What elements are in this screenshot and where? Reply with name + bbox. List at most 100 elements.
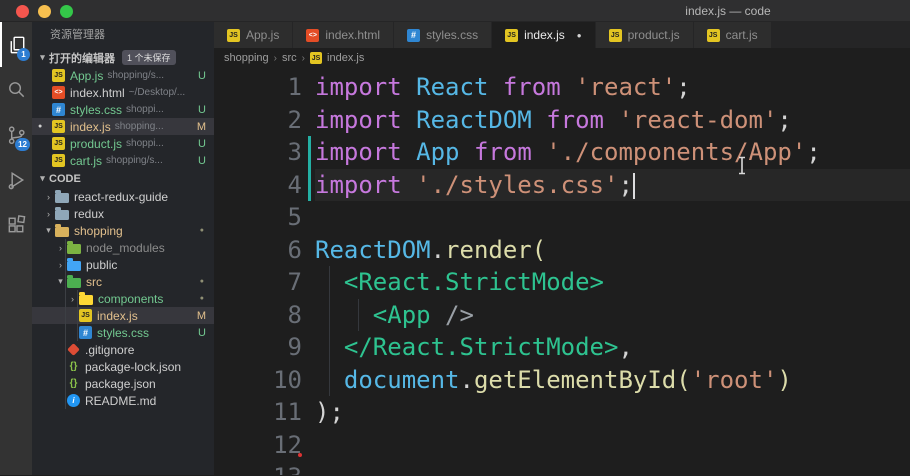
code-text: </React.StrictMode>, [343,333,633,361]
tree-item-react-redux-guide[interactable]: › react-redux-guide [32,188,214,205]
explorer-title: 资源管理器 [50,29,105,41]
open-editor-item[interactable]: # styles.css shoppi... U [32,101,214,118]
open-editor-item[interactable]: JS product.js shoppi... U [32,135,214,152]
code-line-6[interactable]: 6 ReactDOM.render( [214,234,910,267]
tree-item-index-js[interactable]: JS index.js M [32,307,214,324]
code-line-10[interactable]: 10 document.getElementById('root') [214,364,910,397]
tab-styles-css[interactable]: # styles.css [394,22,493,48]
tab-label: index.js [524,28,565,42]
tree-item-readme-md[interactable]: i README.md [32,392,214,409]
file-name: styles.css [97,325,150,340]
activity-search-button[interactable] [0,67,32,112]
code-line-12[interactable]: 12 [214,429,910,462]
tree-item-node-modules[interactable]: › node_modules [32,239,214,256]
explorer-badge: 1 [17,48,30,61]
line-number: 3 [287,138,302,166]
code-line-5[interactable]: 5 [214,201,910,234]
open-editor-item[interactable]: JS App.js shopping/s... U [32,67,214,84]
html-file-icon: <> [306,28,320,42]
tree-item-src[interactable]: ▾ src ● [32,273,214,290]
code-text: <React.StrictMode> [343,268,604,296]
tree-item--gitignore[interactable]: .gitignore [32,341,214,358]
tree-item-shopping[interactable]: ▾ shopping ● [32,222,214,239]
code-text: <App /> [372,300,474,329]
breadcrumb-segment[interactable]: shopping [224,52,269,64]
close-window-button[interactable] [16,5,29,18]
code-text: import './styles.css'; [315,168,910,201]
open-editors-section-header[interactable]: ▾ 打开的编辑器 1 个未保存 [32,48,214,67]
activity-extensions-button[interactable] [0,202,32,247]
tree-indent-guide [77,290,78,341]
ibeam-mouse-cursor [739,156,745,175]
code-section-header[interactable]: ▾ CODE [32,169,214,188]
js-file-icon: JS [706,28,720,42]
line-number: 4 [287,170,302,199]
title-bar: index.js — code [0,0,910,22]
code-line-7[interactable]: 7 <React.StrictMode> [214,266,910,299]
maximize-window-button[interactable] [60,5,73,18]
source-control-badge: 12 [15,138,30,151]
tab-index-js[interactable]: JS index.js ● [492,22,596,48]
file-path: shoppi... [126,138,164,149]
file-path: shopping/s... [106,155,163,166]
activity-run-debug-button[interactable] [0,157,32,202]
tab-index-html[interactable]: <> index.html [293,22,395,48]
line-number: 5 [287,203,302,231]
tab-app-js[interactable]: JS App.js [214,22,294,48]
breadcrumb: shopping › src › JS index.js [214,48,910,68]
open-editor-item[interactable]: <> index.html ~/Desktop/... [32,84,214,101]
html-file-icon: <> [52,86,65,99]
code-line-9[interactable]: 9 </React.StrictMode>, [214,331,910,364]
editor-area: JS App.js <> index.html # styles.css JS index.j… [214,22,910,475]
code-line-8[interactable]: 8 <App /> [214,299,910,332]
code-line-1[interactable]: 1 import React from 'react'; [214,71,910,104]
readme-file-icon: i [67,394,80,407]
line-number: 1 [287,73,302,101]
file-name: product.js [70,136,123,151]
activity-explorer-button[interactable]: 1 [0,22,32,67]
tab-label: index.html [325,28,381,42]
code-line-3[interactable]: 3 import App from './components/App'; [214,136,910,169]
file-name: App.js [70,68,104,83]
window-controls [16,5,73,18]
tree-item-styles-css[interactable]: # styles.css U [32,324,214,341]
activity-source-control-button[interactable]: 12 [0,112,32,157]
file-name: public [86,257,118,272]
minimize-window-button[interactable] [38,5,51,18]
git-status-badge: U [198,69,206,82]
tree-item-public[interactable]: › public [32,256,214,273]
code-text: ); [315,398,344,426]
tab-label: product.js [627,28,680,42]
code-line-13[interactable]: 13 [214,461,910,475]
search-icon [8,82,24,98]
js-file-icon: JS [608,28,622,42]
file-name: react-redux-guide [74,189,169,204]
code-line-2[interactable]: 2 import ReactDOM from 'react-dom'; [214,104,910,137]
code-line-4[interactable]: 4 import './styles.css'; [214,168,910,201]
breadcrumb-file[interactable]: index.js [327,52,364,64]
open-editor-item[interactable]: ● JS index.js shopping... M [32,118,214,135]
tree-item-redux[interactable]: › redux [32,205,214,222]
git-status-badge: U [198,326,206,339]
chevron-down-icon: ▾ [40,52,45,62]
js-file-icon: JS [310,52,323,64]
tab-product-js[interactable]: JS product.js [595,22,694,48]
tree-item-components[interactable]: › components ● [32,290,214,307]
chevron-down-icon: ▾ [40,173,45,183]
text-caret [632,172,635,199]
folder-icon [55,223,69,237]
tree-item-package-lock-json[interactable]: {} package-lock.json [32,358,214,375]
tab-cart-js[interactable]: JS cart.js [693,22,772,48]
open-editor-item[interactable]: JS cart.js shopping/s... U [32,152,214,169]
js-file-icon: JS [227,28,240,42]
breadcrumb-segment[interactable]: src [282,52,297,64]
tree-item-package-json[interactable]: {} package.json [32,375,214,392]
code-line-11[interactable]: 11); [214,396,910,429]
tree-indent-guide [65,239,66,409]
breadcrumb-separator-icon: › [273,52,277,64]
changes-dot-badge: ● [199,278,204,285]
code-editor[interactable]: 1 import React from 'react'; 2 import React… [214,68,910,475]
